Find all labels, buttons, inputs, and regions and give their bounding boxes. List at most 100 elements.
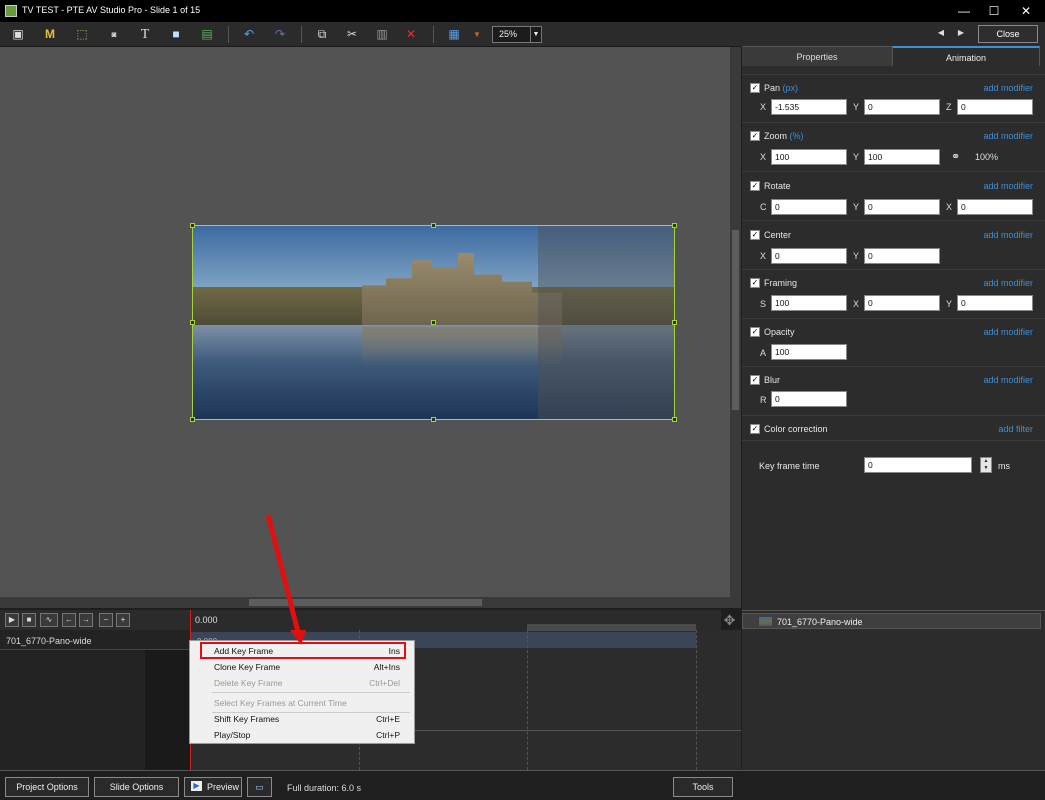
redo-icon[interactable]: ↷ bbox=[270, 25, 290, 44]
framing-s-field[interactable]: 100 bbox=[771, 295, 847, 311]
undo-icon[interactable]: ↶ bbox=[239, 25, 259, 44]
tools-button[interactable]: Tools bbox=[673, 777, 733, 797]
pan-x-field[interactable]: -1.535 bbox=[771, 99, 847, 115]
list-item[interactable]: 701_6770-Pano-wide bbox=[742, 613, 1041, 629]
stop-button[interactable]: ■ bbox=[22, 613, 36, 627]
minimize-button[interactable]: — bbox=[950, 2, 978, 20]
back-button[interactable]: ← bbox=[62, 613, 76, 627]
menu-item-play-stop[interactable]: Play/Stop Ctrl+P bbox=[190, 727, 414, 743]
rotate-checkbox[interactable]: ✓ bbox=[750, 181, 760, 191]
scroll-thumb[interactable] bbox=[732, 230, 739, 410]
center-x-field[interactable]: 0 bbox=[771, 248, 847, 264]
resize-handle[interactable] bbox=[672, 223, 677, 228]
tab-properties[interactable]: Properties bbox=[742, 46, 892, 66]
center-y-field[interactable]: 0 bbox=[864, 248, 940, 264]
opacity-a-field[interactable]: 100 bbox=[771, 344, 847, 360]
timeline-controls: ▶ ■ ∿ ← → − + bbox=[0, 610, 191, 630]
chevron-down-icon[interactable]: ▼ bbox=[530, 27, 541, 42]
resize-handle[interactable] bbox=[672, 417, 677, 422]
resize-handle[interactable] bbox=[672, 320, 677, 325]
maximize-button[interactable]: ☐ bbox=[980, 2, 1008, 20]
track-bar-segment bbox=[527, 624, 696, 631]
paste-icon[interactable]: ▥ bbox=[372, 25, 392, 44]
axis-label: X bbox=[760, 251, 767, 261]
m-icon[interactable]: M bbox=[40, 25, 60, 44]
framing-label: Framing bbox=[764, 278, 798, 288]
blur-add-modifier-link[interactable]: add modifier bbox=[983, 375, 1033, 385]
preview-button[interactable]: ▶ Preview bbox=[184, 777, 242, 797]
grid-icon[interactable]: ▦ bbox=[444, 25, 464, 44]
blur-checkbox[interactable]: ✓ bbox=[750, 375, 760, 385]
center-handle[interactable] bbox=[431, 320, 436, 325]
framing-add-modifier-link[interactable]: add modifier bbox=[983, 278, 1033, 288]
keyframe-time-spinner[interactable]: ▲ ▼ bbox=[980, 457, 992, 473]
rotate-c-field[interactable]: 0 bbox=[771, 199, 847, 215]
cut-icon[interactable]: ✂ bbox=[342, 25, 362, 44]
rectangle-icon[interactable]: ■ bbox=[166, 25, 186, 44]
display-button[interactable]: ▭ bbox=[247, 777, 272, 797]
opacity-checkbox[interactable]: ✓ bbox=[750, 327, 760, 337]
link-icon[interactable]: ⚭ bbox=[951, 150, 960, 163]
waveform-button[interactable]: ∿ bbox=[40, 613, 58, 627]
chevron-down-icon[interactable]: ▼ bbox=[467, 25, 487, 44]
window-close-button[interactable]: ✕ bbox=[1012, 2, 1040, 20]
menu-item-clone-key-frame[interactable]: Clone Key Frame Alt+Ins bbox=[190, 659, 414, 675]
previous-slide-icon[interactable]: ◀ bbox=[934, 28, 948, 42]
color-correction-checkbox[interactable]: ✓ bbox=[750, 424, 760, 434]
zoom-in-button[interactable]: + bbox=[116, 613, 130, 627]
resize-handle[interactable] bbox=[190, 417, 195, 422]
forward-button[interactable]: → bbox=[79, 613, 93, 627]
opacity-add-modifier-link[interactable]: add modifier bbox=[983, 327, 1033, 337]
ok-icon[interactable]: ◙ bbox=[104, 25, 124, 44]
delete-icon[interactable]: ✕ bbox=[401, 25, 421, 44]
framing-x-field[interactable]: 0 bbox=[864, 295, 940, 311]
zoom-out-button[interactable]: − bbox=[99, 613, 113, 627]
pan-y-field[interactable]: 0 bbox=[864, 99, 940, 115]
next-slide-icon[interactable]: ▶ bbox=[954, 28, 968, 42]
framing-checkbox[interactable]: ✓ bbox=[750, 278, 760, 288]
zoom-x-field[interactable]: 100 bbox=[771, 149, 847, 165]
image-icon[interactable]: ▤ bbox=[197, 25, 217, 44]
play-button[interactable]: ▶ bbox=[5, 613, 19, 627]
zoom-select[interactable]: 25% ▼ bbox=[492, 26, 542, 43]
rotate-x-field[interactable]: 0 bbox=[957, 199, 1033, 215]
center-label: Center bbox=[764, 230, 792, 240]
zoom-y-field[interactable]: 100 bbox=[864, 149, 940, 165]
horizontal-scrollbar[interactable] bbox=[0, 597, 741, 608]
axis-label: X bbox=[760, 152, 767, 162]
rotate-y-field[interactable]: 0 bbox=[864, 199, 940, 215]
menu-item-shortcut: Alt+Ins bbox=[373, 662, 400, 672]
zoom-checkbox[interactable]: ✓ bbox=[750, 131, 760, 141]
object-list: 701_6770-Pano-wide bbox=[742, 610, 1045, 770]
camera-icon[interactable]: ▣ bbox=[8, 25, 28, 44]
pan-add-modifier-link[interactable]: add modifier bbox=[983, 83, 1033, 93]
track-label[interactable]: 701_6770-Pano-wide bbox=[6, 636, 92, 646]
annotation-highlight-box bbox=[200, 642, 406, 659]
frame-icon[interactable]: ⬚ bbox=[72, 25, 92, 44]
resize-handle[interactable] bbox=[431, 223, 436, 228]
keyframe-time-field[interactable]: 0 bbox=[864, 457, 972, 473]
scroll-thumb[interactable] bbox=[249, 599, 482, 606]
center-checkbox[interactable]: ✓ bbox=[750, 230, 760, 240]
framing-y-field[interactable]: 0 bbox=[957, 295, 1033, 311]
text-icon[interactable]: T bbox=[135, 25, 155, 44]
resize-handle[interactable] bbox=[190, 320, 195, 325]
slide-options-button[interactable]: Slide Options bbox=[94, 777, 179, 797]
menu-item-shift-key-frames[interactable]: Shift Key Frames Ctrl+E bbox=[190, 711, 414, 727]
pan-z-field[interactable]: 0 bbox=[957, 99, 1033, 115]
resize-handle[interactable] bbox=[431, 417, 436, 422]
vertical-scrollbar[interactable] bbox=[730, 47, 741, 597]
blur-r-field[interactable]: 0 bbox=[771, 391, 847, 407]
rotate-add-modifier-link[interactable]: add modifier bbox=[983, 181, 1033, 191]
add-filter-link[interactable]: add filter bbox=[998, 424, 1033, 434]
tab-animation[interactable]: Animation bbox=[892, 46, 1040, 66]
move-icon[interactable]: ✥ bbox=[718, 610, 741, 630]
resize-handle[interactable] bbox=[190, 223, 195, 228]
zoom-add-modifier-link[interactable]: add modifier bbox=[983, 131, 1033, 141]
copy-icon[interactable]: ⧉ bbox=[312, 25, 332, 44]
project-options-button[interactable]: Project Options bbox=[5, 777, 89, 797]
center-add-modifier-link[interactable]: add modifier bbox=[983, 230, 1033, 240]
close-button[interactable]: Close bbox=[978, 25, 1038, 43]
image-thumbnail-icon bbox=[759, 617, 772, 626]
pan-checkbox[interactable]: ✓ bbox=[750, 83, 760, 93]
